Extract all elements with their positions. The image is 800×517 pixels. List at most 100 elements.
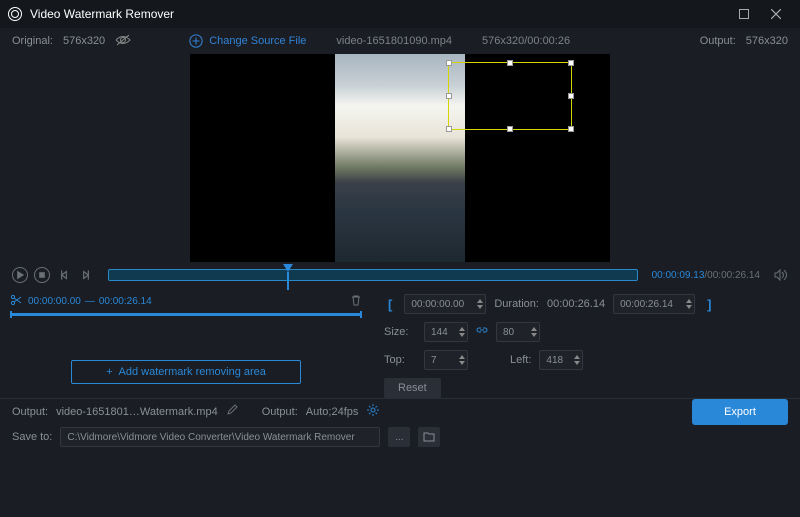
- spin-up[interactable]: [477, 299, 483, 303]
- size-row: Size: 144 80: [384, 322, 788, 342]
- export-label: Export: [724, 406, 756, 418]
- timeline-scrubber[interactable]: [108, 269, 638, 281]
- save-to-label: Save to:: [12, 431, 52, 443]
- video-canvas[interactable]: [190, 54, 610, 262]
- height-field[interactable]: 80: [496, 322, 540, 342]
- original-label: Original:: [12, 35, 53, 47]
- output-file-value: video-1651801…Watermark.mp4: [56, 406, 218, 418]
- watermark-selection-box[interactable]: [448, 62, 572, 130]
- resize-handle-s[interactable]: [507, 126, 513, 132]
- resize-handle-se[interactable]: [568, 126, 574, 132]
- trash-icon: [350, 294, 362, 306]
- spin-down[interactable]: [531, 333, 537, 337]
- export-button[interactable]: Export: [692, 399, 788, 425]
- reset-button[interactable]: Reset: [384, 378, 441, 398]
- clip-end: 00:00:26.14: [99, 296, 152, 307]
- spin-down[interactable]: [686, 305, 692, 309]
- time-total: /00:00:26.14: [704, 270, 760, 281]
- add-button-label: Add watermark removing area: [119, 366, 266, 378]
- volume-button[interactable]: [772, 267, 788, 283]
- output-dims-label: Output:: [700, 35, 736, 47]
- spin-up[interactable]: [574, 355, 580, 359]
- set-in-button[interactable]: [: [384, 297, 396, 312]
- change-source-label: Change Source File: [209, 35, 306, 47]
- left-value: 418: [546, 355, 570, 366]
- plus-circle-icon: [189, 34, 203, 48]
- spin-up[interactable]: [459, 327, 465, 331]
- spin-down[interactable]: [477, 305, 483, 309]
- info-strip: Original: 576x320 Change Source File vid…: [0, 28, 800, 54]
- end-time-field[interactable]: 00:00:26.14: [613, 294, 695, 314]
- start-time-field[interactable]: 00:00:00.00: [404, 294, 486, 314]
- rename-output-button[interactable]: [226, 404, 238, 419]
- clips-panel: 00:00:00.00 — 00:00:26.14 + Add watermar…: [0, 288, 372, 398]
- output-format-label: Output:: [262, 406, 298, 418]
- resize-handle-sw[interactable]: [446, 126, 452, 132]
- output-bar: Output: video-1651801…Watermark.mp4 Outp…: [0, 398, 800, 424]
- resize-handle-ne[interactable]: [568, 60, 574, 66]
- playback-bar: 00:00:09.13/00:00:26.14: [0, 262, 800, 288]
- time-current: 00:00:09.13: [652, 270, 705, 281]
- duration-value: 00:00:26.14: [547, 298, 605, 310]
- gear-icon: [366, 403, 380, 417]
- speaker-icon: [773, 268, 787, 282]
- maximize-button[interactable]: [728, 0, 760, 28]
- playhead[interactable]: [283, 264, 293, 272]
- app-logo-icon: [8, 7, 22, 21]
- resize-handle-n[interactable]: [507, 60, 513, 66]
- set-out-button[interactable]: ]: [703, 297, 715, 312]
- preview-area: [0, 54, 800, 262]
- save-path-field[interactable]: C:\Vidmore\Vidmore Video Converter\Video…: [60, 427, 380, 447]
- width-field[interactable]: 144: [424, 322, 468, 342]
- top-label: Top:: [384, 354, 416, 366]
- spin-up[interactable]: [459, 355, 465, 359]
- timecode: 00:00:09.13/00:00:26.14: [652, 270, 760, 281]
- top-field[interactable]: 7: [424, 350, 468, 370]
- reset-row: Reset: [384, 378, 788, 398]
- mark-out-button[interactable]: [78, 267, 94, 283]
- app-title: Video Watermark Remover: [30, 7, 728, 21]
- add-watermark-area-button[interactable]: + Add watermark removing area: [71, 360, 301, 384]
- clip-handle-left[interactable]: [10, 311, 12, 318]
- pencil-icon: [226, 404, 238, 416]
- fileinfo: 576x320/00:00:26: [482, 35, 570, 47]
- duration-label: Duration:: [494, 298, 539, 310]
- delete-clip-button[interactable]: [350, 294, 362, 309]
- resize-handle-e[interactable]: [568, 93, 574, 99]
- left-field[interactable]: 418: [539, 350, 583, 370]
- link-aspect-button[interactable]: [476, 325, 488, 340]
- change-source-button[interactable]: Change Source File: [189, 34, 306, 48]
- bracket-out-icon: [79, 268, 93, 282]
- size-label: Size:: [384, 326, 416, 338]
- stop-button[interactable]: [34, 267, 50, 283]
- start-time-value: 00:00:00.00: [411, 299, 473, 310]
- video-frame: [335, 54, 465, 262]
- save-path-value: C:\Vidmore\Vidmore Video Converter\Video…: [67, 432, 354, 443]
- spin-up[interactable]: [531, 327, 537, 331]
- clip-range-bar[interactable]: [10, 313, 362, 316]
- mark-in-button[interactable]: [56, 267, 72, 283]
- end-time-value: 00:00:26.14: [620, 299, 682, 310]
- play-icon: [13, 268, 27, 282]
- stop-icon: [35, 268, 49, 282]
- open-folder-button[interactable]: [418, 427, 440, 447]
- scissors-icon: [10, 294, 22, 309]
- spin-down[interactable]: [459, 333, 465, 337]
- resize-handle-nw[interactable]: [446, 60, 452, 66]
- spin-down[interactable]: [574, 361, 580, 365]
- spin-up[interactable]: [686, 299, 692, 303]
- clip-handle-right[interactable]: [360, 311, 362, 318]
- original-value: 576x320: [63, 35, 105, 47]
- width-value: 144: [431, 327, 455, 338]
- play-button[interactable]: [12, 267, 28, 283]
- output-format-value: Auto;24fps: [306, 406, 359, 418]
- browse-button[interactable]: ...: [388, 427, 410, 447]
- resize-handle-w[interactable]: [446, 93, 452, 99]
- preview-toggle-icon[interactable]: [115, 34, 131, 49]
- clip-sep: —: [85, 296, 95, 307]
- spin-down[interactable]: [459, 361, 465, 365]
- close-button[interactable]: [760, 0, 792, 28]
- clip-row[interactable]: 00:00:00.00 — 00:00:26.14: [10, 294, 362, 309]
- params-panel: [ 00:00:00.00 Duration: 00:00:26.14 00:00…: [372, 288, 800, 398]
- output-settings-button[interactable]: [366, 403, 380, 420]
